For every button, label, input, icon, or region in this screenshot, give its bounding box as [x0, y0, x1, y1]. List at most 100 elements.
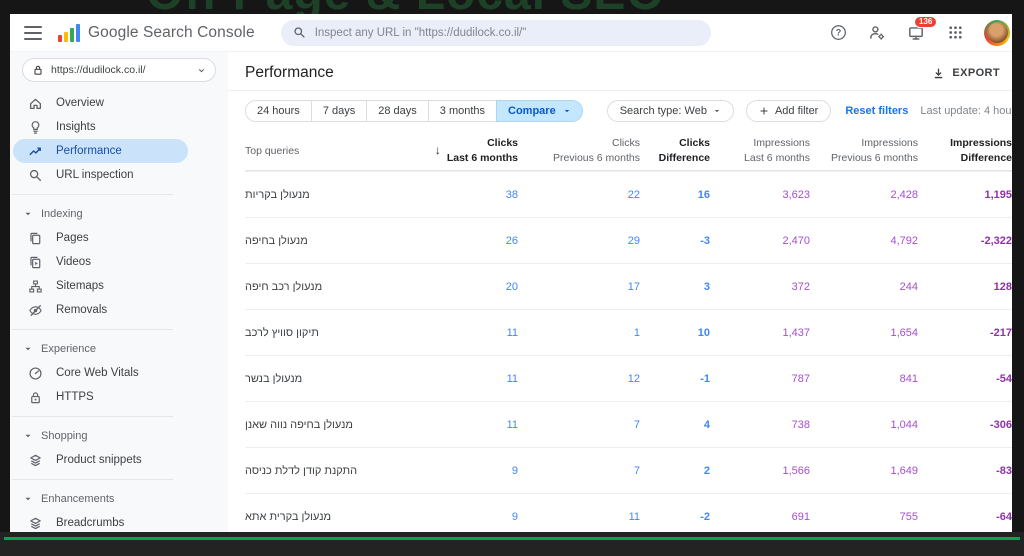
chip-24-hours[interactable]: 24 hours: [245, 100, 312, 122]
sidebar-item-label: Insights: [56, 121, 96, 133]
export-button[interactable]: EXPORT: [932, 67, 1000, 80]
plus-icon: [759, 106, 769, 116]
lock-icon: [27, 389, 43, 405]
chip-28-days[interactable]: 28 days: [366, 100, 429, 122]
product-name: Google Search Console: [88, 24, 255, 42]
search-console-logo-icon: [58, 24, 80, 42]
chip-compare[interactable]: Compare: [496, 100, 583, 122]
table-row[interactable]: מנעולן בחיפה נווה שאנן 11 7 4 738 1,044 …: [245, 401, 1012, 447]
sidebar-item-pages[interactable]: Pages: [10, 226, 188, 250]
user-settings-icon[interactable]: [867, 23, 887, 43]
sidebar-item-core-web-vitals[interactable]: Core Web Vitals: [10, 361, 188, 385]
sidebar-item-label: Overview: [56, 97, 104, 109]
table-row[interactable]: מנעולן בקריות 38 22 16 3,623 2,428 1,195: [245, 171, 1012, 217]
ghost-slide-title-strip: Off Page & Local SEO: [146, 0, 786, 14]
sidebar-item-insights[interactable]: Insights: [10, 115, 188, 139]
sidebar-section-shopping[interactable]: Shopping: [10, 424, 228, 448]
svg-text:?: ?: [835, 28, 841, 38]
help-icon[interactable]: ?: [828, 23, 848, 43]
sidebar-section-experience[interactable]: Experience: [10, 337, 228, 361]
sidebar-item-overview[interactable]: Overview: [10, 91, 188, 115]
performance-trend-icon: [27, 143, 43, 159]
chevron-down-icon: [563, 107, 571, 115]
queries-table: Top queries ↓ ClicksLast 6 months Clicks…: [228, 131, 1012, 532]
column-impressions-last[interactable]: ImpressionsLast 6 months: [710, 136, 810, 164]
sidebar-section-enhancements[interactable]: Enhancements: [10, 487, 228, 511]
sidebar-item-label: Core Web Vitals: [56, 367, 139, 379]
sidebar-item-label: HTTPS: [56, 391, 94, 403]
url-inspect-input[interactable]: [315, 27, 699, 39]
sidebar-item-label: Performance: [56, 145, 122, 157]
home-icon: [27, 95, 43, 111]
apps-grid-icon[interactable]: [945, 23, 965, 43]
magnifier-icon: [27, 167, 43, 183]
menu-icon[interactable]: [24, 26, 42, 40]
date-range-chips: 24 hours 7 days 28 days 3 months Compare: [245, 100, 583, 122]
sidebar-item-breadcrumbs[interactable]: Breadcrumbs: [10, 511, 188, 532]
section-caret-icon: [24, 210, 32, 218]
search-type-chip[interactable]: Search type: Web: [607, 100, 734, 122]
search-type-label: Search type: Web: [620, 105, 707, 117]
sidebar-item-videos[interactable]: Videos: [10, 250, 188, 274]
chip-3-months[interactable]: 3 months: [428, 100, 497, 122]
layers-icon: [27, 515, 43, 531]
url-inspect-searchbox[interactable]: [281, 20, 711, 46]
videos-icon: [27, 254, 43, 270]
page-title: Performance: [245, 64, 334, 82]
last-update-text: Last update: 4 hours ago: [920, 105, 1012, 117]
sidebar-item-product-snippets[interactable]: Product snippets: [10, 448, 188, 472]
notifications-icon[interactable]: 136: [906, 23, 926, 43]
section-caret-icon: [24, 345, 32, 353]
sort-desc-icon: ↓: [435, 142, 441, 158]
section-label: Indexing: [41, 208, 83, 220]
table-row[interactable]: תיקון סוויץ לרכב 11 1 10 1,437 1,654 -21…: [245, 309, 1012, 355]
filter-bar: 24 hours 7 days 28 days 3 months Compare…: [228, 91, 1012, 131]
compare-label: Compare: [508, 105, 556, 117]
property-selector[interactable]: https://dudilock.co.il/: [22, 58, 216, 82]
sidebar: https://dudilock.co.il/ Overview Insight…: [10, 52, 228, 532]
column-impressions-difference[interactable]: ImpressionsDifference: [918, 136, 1012, 164]
column-impressions-previous[interactable]: ImpressionsPrevious 6 months: [810, 136, 918, 164]
table-row[interactable]: התקנת קודן לדלת כניסה 9 7 2 1,566 1,649 …: [245, 447, 1012, 493]
column-clicks-difference[interactable]: ClicksDifference: [640, 136, 710, 164]
export-label: EXPORT: [952, 67, 1000, 79]
sidebar-item-url-inspection[interactable]: URL inspection: [10, 163, 188, 187]
sidebar-item-label: Breadcrumbs: [56, 517, 124, 529]
sidebar-item-removals[interactable]: Removals: [10, 298, 188, 322]
green-accent-line: [4, 537, 1020, 540]
column-clicks-previous[interactable]: ClicksPrevious 6 months: [518, 136, 640, 164]
add-filter-chip[interactable]: Add filter: [746, 100, 831, 122]
main-content: Performance EXPORT 24 hours 7 days 28 da…: [228, 52, 1012, 532]
sidebar-item-sitemaps[interactable]: Sitemaps: [10, 274, 188, 298]
sidebar-item-label: Removals: [56, 304, 107, 316]
table-row[interactable]: מנעולן בקרית אתא 9 11 -2 691 755 -64: [245, 493, 1012, 532]
table-row[interactable]: מנעולן בנשר 11 12 -1 787 841 -54: [245, 355, 1012, 401]
avatar[interactable]: [984, 20, 1010, 46]
table-row[interactable]: מנעולן רכב חיפה 20 17 3 372 244 128: [245, 263, 1012, 309]
sidebar-item-label: Sitemaps: [56, 280, 104, 292]
reset-filters-link[interactable]: Reset filters: [845, 105, 908, 117]
sidebar-item-label: Videos: [56, 256, 91, 268]
column-top-queries[interactable]: Top queries: [245, 145, 403, 157]
table-header-row: Top queries ↓ ClicksLast 6 months Clicks…: [245, 131, 1012, 171]
column-clicks-last[interactable]: ↓ ClicksLast 6 months: [403, 136, 518, 164]
table-row[interactable]: מנעולן בחיפה 26 29 -3 2,470 4,792 -2,322: [245, 217, 1012, 263]
chip-7-days[interactable]: 7 days: [311, 100, 367, 122]
layers-icon: [27, 452, 43, 468]
download-icon: [932, 67, 945, 80]
sidebar-item-performance[interactable]: Performance: [13, 139, 188, 163]
section-label: Shopping: [41, 430, 88, 442]
chevron-down-icon: [713, 107, 721, 115]
chevron-down-icon: [197, 66, 206, 75]
add-filter-label: Add filter: [775, 105, 818, 117]
appbar-actions: ? 136: [828, 20, 1004, 46]
notification-badge: 136: [914, 16, 937, 29]
app-window: Google Search Console ? 136: [10, 14, 1012, 532]
section-caret-icon: [24, 432, 32, 440]
sidebar-section-indexing[interactable]: Indexing: [10, 202, 228, 226]
frame-bottom-strip: [0, 532, 1024, 556]
ghost-slide-title: Off Page & Local SEO: [146, 0, 786, 14]
lightbulb-icon: [27, 119, 43, 135]
sidebar-item-https[interactable]: HTTPS: [10, 385, 188, 409]
property-url: https://dudilock.co.il/: [51, 64, 146, 76]
